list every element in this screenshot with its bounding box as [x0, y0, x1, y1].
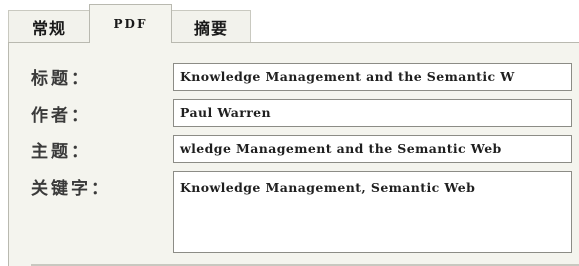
tab-pdf[interactable]: PDF [89, 4, 172, 43]
author-field[interactable]: Paul Warren [173, 99, 572, 127]
tab-general-label: 常规 [31, 18, 66, 38]
title-label: 标题： [31, 69, 91, 89]
properties-dialog: 常规 PDF 摘要 标题： Knowledge Management and t… [0, 0, 579, 266]
subject-label: 主题： [31, 142, 91, 162]
tab-pdf-label: PDF [113, 17, 148, 31]
keywords-label: 关键字： [31, 179, 111, 199]
tab-summary-label: 摘要 [193, 18, 228, 38]
keywords-field[interactable]: Knowledge Management, Semantic Web [173, 171, 572, 253]
tab-summary[interactable]: 摘要 [171, 10, 251, 42]
tab-strip: 常规 PDF 摘要 [0, 0, 579, 43]
subject-field[interactable]: wledge Management and the Semantic Web [173, 135, 572, 163]
title-field[interactable]: Knowledge Management and the Semantic W [173, 63, 572, 91]
tab-general[interactable]: 常规 [8, 10, 90, 42]
author-label: 作者： [31, 106, 91, 126]
pdf-properties-panel: 标题： Knowledge Management and the Semanti… [8, 42, 579, 266]
